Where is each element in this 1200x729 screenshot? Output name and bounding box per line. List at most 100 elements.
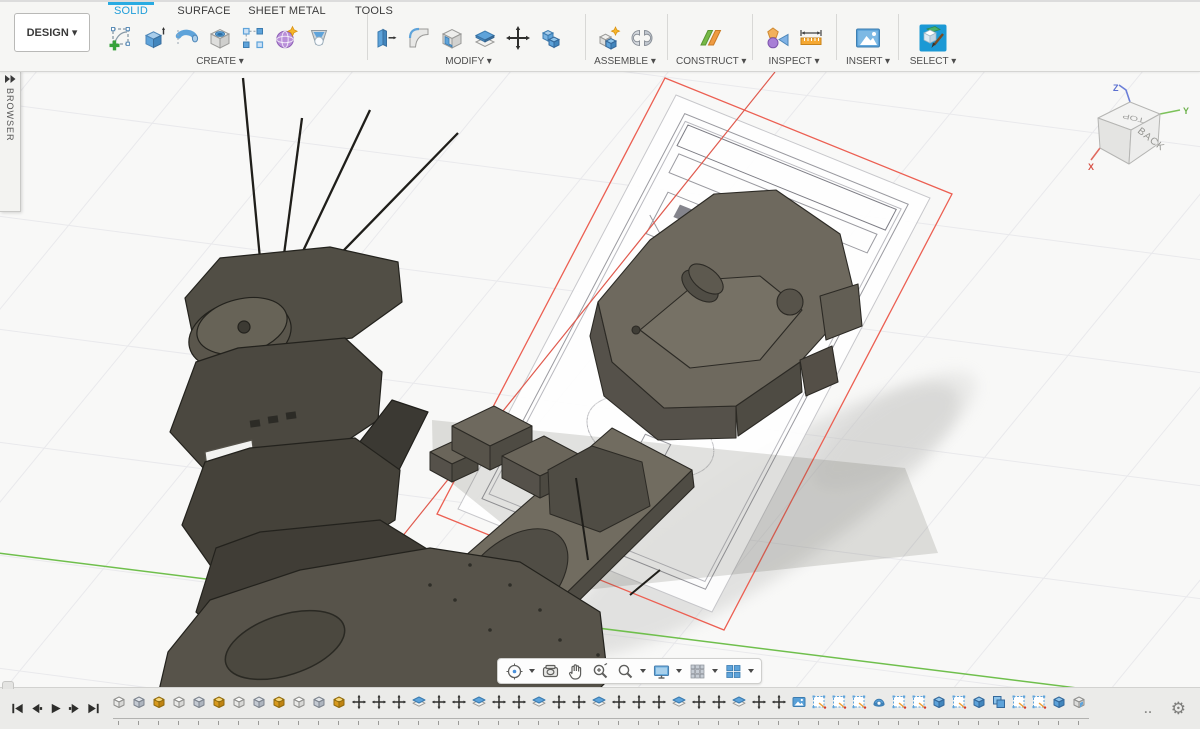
rectangular-pattern-button[interactable] [238, 23, 268, 53]
orbit-icon[interactable] [503, 661, 526, 681]
group-select-label[interactable]: SELECT ▾ [904, 56, 962, 67]
timeline-feature-revolve[interactable] [871, 693, 887, 719]
display-settings-icon[interactable] [650, 661, 673, 681]
fillet-button[interactable] [404, 23, 434, 53]
insert-canvas-button[interactable] [853, 23, 883, 53]
group-modify-label[interactable]: MODIFY ▾ [371, 56, 566, 67]
pan-icon[interactable] [564, 661, 587, 681]
group-insert-label[interactable]: INSERT ▾ [840, 56, 896, 67]
combine-button[interactable] [536, 23, 566, 53]
timeline-feature-move[interactable] [551, 693, 567, 719]
timeline-feature-move[interactable] [651, 693, 667, 719]
3d-viewport[interactable]: BROWSER Z Y X TOP BACK [0, 70, 1200, 688]
tab-solid[interactable]: SOLID [108, 2, 154, 19]
timeline-feature-offset[interactable] [471, 693, 487, 719]
browser-panel-collapsed[interactable]: BROWSER [0, 70, 21, 212]
timeline-feature-move[interactable] [571, 693, 587, 719]
look-at-icon[interactable] [539, 661, 562, 681]
timeline-feature-offset[interactable] [411, 693, 427, 719]
timeline-feature-move[interactable] [631, 693, 647, 719]
fit-icon[interactable] [589, 661, 612, 681]
timeline-feature-sketch[interactable] [911, 693, 927, 719]
create-sketch-button[interactable] [106, 23, 136, 53]
timeline-feature-offset[interactable] [591, 693, 607, 719]
loft-button[interactable] [304, 23, 334, 53]
workspace-switcher-button[interactable]: DESIGN ▾ [14, 13, 90, 52]
revolve-button[interactable] [172, 23, 202, 53]
timeline-feature-sketch[interactable] [851, 693, 867, 719]
hole-button[interactable] [205, 23, 235, 53]
timeline-feature-move[interactable] [711, 693, 727, 719]
create-form-button[interactable] [271, 23, 301, 53]
timeline-feature-box-silver[interactable] [191, 693, 207, 719]
timeline-feature-sketch[interactable] [891, 693, 907, 719]
group-assemble-label[interactable]: ASSEMBLE ▾ [592, 56, 658, 67]
zoom-icon[interactable] [614, 661, 637, 681]
timeline-feature-move[interactable] [511, 693, 527, 719]
display-settings-dropdown-caret[interactable] [676, 669, 682, 673]
timeline-feature-box-silver[interactable] [311, 693, 327, 719]
viewports-icon[interactable] [722, 661, 745, 681]
timeline-feature-extrude[interactable] [971, 693, 987, 719]
timeline-feature-sketch[interactable] [951, 693, 967, 719]
select-tool-button[interactable] [918, 23, 948, 53]
playback-play-button[interactable] [47, 701, 63, 717]
playback-go-to-start-button[interactable] [9, 701, 25, 717]
timeline-feature-sketch[interactable] [811, 693, 827, 719]
shell-button[interactable] [437, 23, 467, 53]
timeline-feature-box-gold[interactable] [211, 693, 227, 719]
timeline-feature-move[interactable] [451, 693, 467, 719]
timeline-feature-box-white[interactable] [291, 693, 307, 719]
timeline-feature-box-gold[interactable] [331, 693, 347, 719]
measure-button[interactable] [763, 23, 793, 53]
timeline-feature-move[interactable] [691, 693, 707, 719]
playback-step-back-button[interactable] [28, 701, 44, 717]
tab-tools[interactable]: TOOLS [352, 2, 396, 19]
viewcube[interactable]: Z Y X TOP BACK [1086, 78, 1194, 188]
press-pull-button[interactable] [371, 23, 401, 53]
timeline-settings-gear-icon[interactable]: ⚙ [1171, 700, 1186, 717]
timeline-feature-move[interactable] [371, 693, 387, 719]
move-copy-button[interactable] [503, 23, 533, 53]
timeline-feature-move[interactable] [391, 693, 407, 719]
orbit-dropdown-caret[interactable] [529, 669, 535, 673]
timeline-feature-offset[interactable] [531, 693, 547, 719]
timeline-feature-move[interactable] [611, 693, 627, 719]
timeline-feature-move[interactable] [491, 693, 507, 719]
grid-and-snaps-icon[interactable] [686, 661, 709, 681]
timeline-feature-box-silver[interactable] [131, 693, 147, 719]
timeline-feature-offset[interactable] [731, 693, 747, 719]
group-create-label[interactable]: CREATE ▾ [106, 56, 334, 67]
timeline-feature-move[interactable] [771, 693, 787, 719]
zoom-dropdown-caret[interactable] [640, 669, 646, 673]
timeline-feature-box-white[interactable] [231, 693, 247, 719]
timeline-feature-box-silver[interactable] [251, 693, 267, 719]
timeline-feature-box-white[interactable] [171, 693, 187, 719]
tab-surface[interactable]: SURFACE [176, 2, 232, 19]
extrude-button[interactable] [139, 23, 169, 53]
new-component-button[interactable] [594, 23, 624, 53]
tab-sheet-metal[interactable]: SHEET METAL [246, 2, 328, 19]
timeline-feature-sketch[interactable] [1031, 693, 1047, 719]
viewports-dropdown-caret[interactable] [748, 669, 754, 673]
grid-and-snaps-dropdown-caret[interactable] [712, 669, 718, 673]
timeline-feature-move[interactable] [431, 693, 447, 719]
construction-plane-button[interactable] [696, 23, 726, 53]
measure-distance-button[interactable] [796, 23, 826, 53]
timeline-feature-shell[interactable] [1071, 693, 1087, 719]
timeline-feature-offset[interactable] [671, 693, 687, 719]
timeline-feature-box-white[interactable] [111, 693, 127, 719]
timeline-feature-combine[interactable] [991, 693, 1007, 719]
joint-button[interactable] [627, 23, 657, 53]
playback-go-to-end-button[interactable] [85, 701, 101, 717]
timeline-feature-sketch[interactable] [1011, 693, 1027, 719]
timeline-feature-move[interactable] [351, 693, 367, 719]
timeline-feature-box-gold[interactable] [151, 693, 167, 719]
group-construct-label[interactable]: CONSTRUCT ▾ [676, 56, 746, 67]
offset-face-button[interactable] [470, 23, 500, 53]
timeline-feature-box-gold[interactable] [271, 693, 287, 719]
timeline-feature-extrude[interactable] [931, 693, 947, 719]
timeline-feature-move[interactable] [751, 693, 767, 719]
timeline-notch[interactable] [2, 681, 14, 689]
group-inspect-label[interactable]: INSPECT ▾ [758, 56, 830, 67]
